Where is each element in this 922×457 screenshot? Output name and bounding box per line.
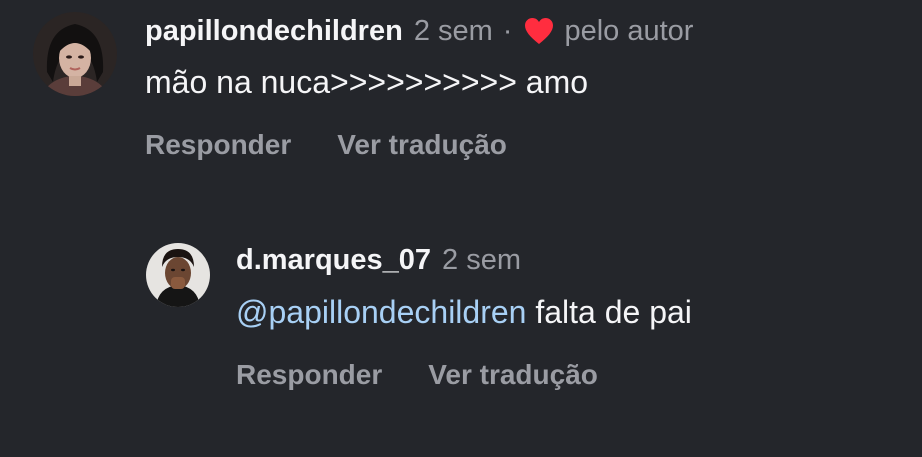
reply-item: d.marques_07 2 sem @papillondechildren f… — [0, 225, 922, 457]
heart-icon — [524, 17, 554, 45]
avatar[interactable] — [146, 243, 210, 307]
comment-username[interactable]: papillondechildren — [145, 15, 403, 48]
reply-button[interactable]: Responder — [145, 128, 291, 162]
comment-text: mão na nuca>>>>>>>>>> amo — [145, 64, 589, 100]
reply-timestamp: 2 sem — [442, 243, 522, 276]
reply-message: falta de pai — [526, 294, 692, 330]
comment-header: papillondechildren 2 sem · pelo autor — [145, 14, 693, 48]
comment-actions: Responder Ver tradução — [145, 128, 507, 162]
translate-button[interactable]: Ver tradução — [337, 128, 507, 162]
translate-button[interactable]: Ver tradução — [428, 358, 598, 392]
reply-button[interactable]: Responder — [236, 358, 382, 392]
reply-actions: Responder Ver tradução — [236, 358, 598, 392]
comment-item: papillondechildren 2 sem · pelo autor mã… — [0, 0, 922, 200]
comment-timestamp: 2 sem — [413, 14, 493, 47]
avatar[interactable] — [33, 12, 117, 96]
reply-username[interactable]: d.marques_07 — [236, 244, 431, 277]
reply-text: @papillondechildren falta de pai — [236, 292, 692, 332]
mention-link[interactable]: @papillondechildren — [236, 294, 526, 330]
separator-dot: · — [502, 14, 513, 47]
liked-by-author-label: pelo autor — [564, 14, 694, 47]
reply-header: d.marques_07 2 sem — [236, 243, 521, 277]
